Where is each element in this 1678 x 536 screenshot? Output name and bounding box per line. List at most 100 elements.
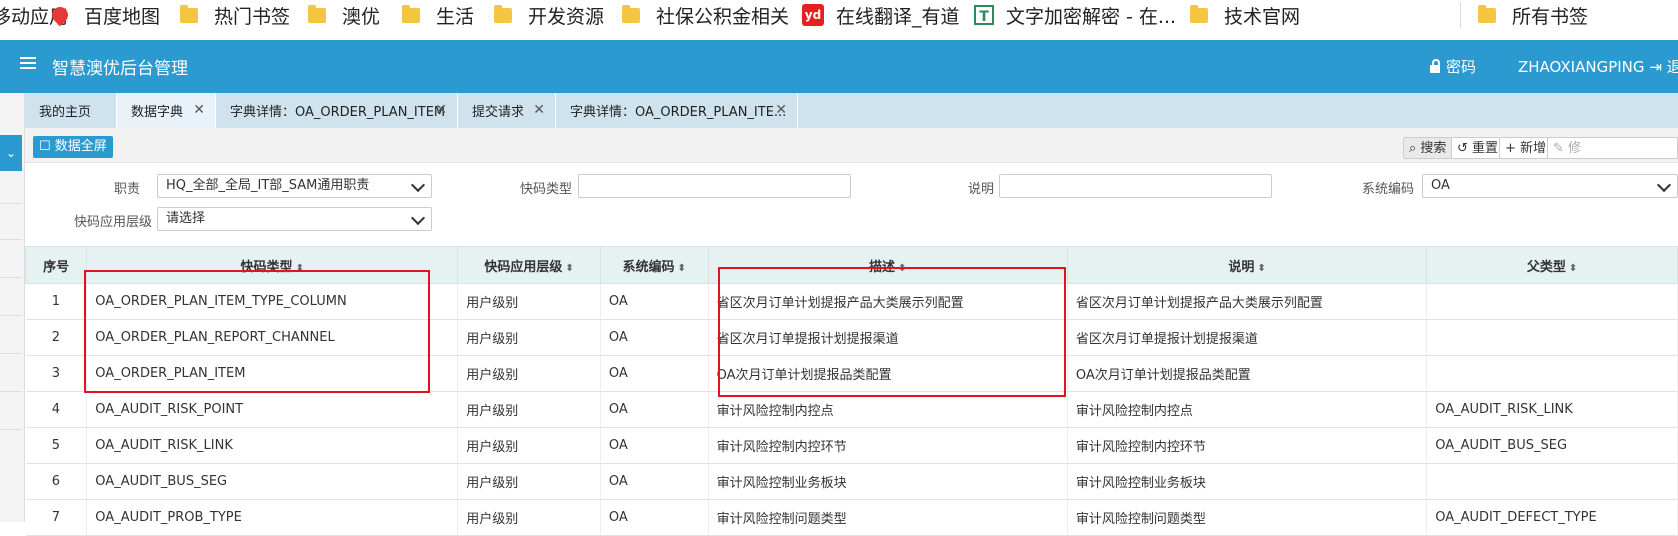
cell-note: 省区次月订单提报计划提报渠道 — [1067, 319, 1428, 356]
tab-dict-detail-2[interactable]: 字典详情：OA_ORDER_PLAN_ITE... ✕ — [556, 93, 798, 128]
plus-icon: + — [1505, 141, 1516, 156]
search-button[interactable]: ⌕ 搜索 — [1403, 137, 1453, 159]
chevron-down-icon — [1656, 177, 1672, 193]
tab-bar: 我的主页 数据字典 ✕ 字典详情：OA_ORDER_PLAN_ITEM ✕ 提交请求… — [25, 93, 1678, 128]
folder-icon — [402, 4, 420, 23]
tab-label: 数据字典 — [131, 105, 184, 120]
cell-description: 审计风险控制内控环节 — [708, 427, 1068, 464]
table-row[interactable]: 6 OA_AUDIT_BUS_SEG 用户级别 OA 审计风险控制业务板块 审计… — [25, 463, 1678, 500]
tab-label: 我的主页 — [39, 105, 92, 120]
toolbar: ☐ 数据全屏 ⌕ 搜索 ↺ 重置 + 新增 ✎ 修 — [25, 128, 1678, 163]
close-icon[interactable]: ✕ — [193, 102, 205, 118]
bookmark-folder[interactable]: 所有书签 — [1478, 0, 1588, 30]
column-header[interactable]: 说明 ⬍ — [1066, 246, 1428, 284]
user-logout[interactable]: ZHAOXIANGPING ⇥ 退 — [1518, 56, 1678, 77]
fullscreen-label: 数据全屏 — [54, 139, 107, 154]
tab-submit-request[interactable]: 提交请求 ✕ — [458, 93, 556, 128]
tab-home[interactable]: 我的主页 — [25, 93, 117, 128]
menu-toggle-icon[interactable] — [20, 57, 36, 71]
cell-level: 用户级别 — [457, 427, 601, 464]
sys-code-label: 系统编码 — [1361, 182, 1414, 197]
cell-level: 用户级别 — [457, 319, 601, 356]
folder-icon — [622, 4, 640, 23]
search-label: 搜索 — [1420, 141, 1447, 156]
tab-label: 字典详情：OA_ORDER_PLAN_ITEM — [230, 105, 446, 120]
annotation-box — [84, 270, 430, 393]
cell-parent-type — [1426, 319, 1678, 356]
logout-icon: ⇥ — [1649, 58, 1662, 76]
folder-icon — [180, 4, 198, 23]
level-select[interactable]: 请选择 — [157, 207, 432, 231]
role-select[interactable]: HQ_全部_全局_IT部_SAM通用职责 — [157, 174, 432, 198]
sort-icon[interactable]: ⬍ — [678, 263, 686, 274]
cell-code-type: OA_AUDIT_PROB_TYPE — [86, 499, 459, 536]
table-row[interactable]: 5 OA_AUDIT_RISK_LINK 用户级别 OA 审计风险控制内控环节 … — [25, 427, 1678, 464]
cell-note: 审计风险控制问题类型 — [1067, 499, 1428, 536]
bookmark-label: 生活 — [436, 5, 475, 28]
bookmark-label: 在线翻译_有道 — [836, 5, 960, 28]
cell-level: 用户级别 — [457, 463, 601, 500]
app-title: 智慧澳优后台管理 — [52, 59, 188, 79]
tab-data-dictionary[interactable]: 数据字典 ✕ — [117, 93, 216, 128]
desc-label: 说明 — [967, 182, 994, 197]
bookmark-item[interactable]: yd 在线翻译_有道 — [802, 0, 960, 30]
row-index: 6 — [25, 463, 88, 500]
cell-level: 用户级别 — [457, 355, 601, 392]
annotation-box — [718, 267, 1066, 397]
bookmark-label: 社保公积金相关 — [656, 5, 790, 28]
close-icon[interactable]: ✕ — [533, 102, 545, 118]
password-link[interactable]: 密码 — [1430, 56, 1476, 77]
sort-icon[interactable]: ⬍ — [565, 263, 573, 274]
bookmark-item[interactable]: T 文字加密解密 - 在... — [974, 0, 1176, 30]
code-type-input[interactable] — [578, 174, 851, 198]
sort-icon[interactable]: ⬍ — [1569, 263, 1577, 274]
column-header[interactable]: 父类型 ⬍ — [1426, 246, 1678, 284]
bookmark-folder[interactable]: 社保公积金相关 — [622, 0, 789, 30]
chevron-down-icon — [410, 177, 426, 193]
bookmark-label: 澳优 — [342, 5, 381, 28]
tab-dict-detail[interactable]: 字典详情：OA_ORDER_PLAN_ITEM ✕ — [216, 93, 458, 128]
pencil-icon: ✎ — [1553, 141, 1564, 156]
reset-label: 重置 — [1472, 141, 1499, 156]
reset-button[interactable]: ↺ 重置 — [1451, 137, 1505, 159]
column-header[interactable]: 快码应用层级 ⬍ — [457, 246, 601, 284]
bookmark-folder[interactable]: 生活 — [402, 0, 474, 30]
column-header[interactable]: 系统编码 ⬍ — [599, 246, 709, 284]
bookmark-label: 热门书签 — [214, 5, 291, 28]
sys-code-select[interactable]: OA — [1422, 174, 1678, 198]
username: ZHAOXIANGPING — [1518, 58, 1645, 76]
close-icon[interactable]: ✕ — [435, 102, 447, 118]
bookmark-folder[interactable]: 澳优 — [308, 0, 380, 30]
add-label: 新增 — [1520, 141, 1547, 156]
folder-icon — [308, 4, 326, 23]
edit-button[interactable]: ✎ 修 — [1547, 137, 1678, 159]
cell-code-type: OA_AUDIT_RISK_LINK — [86, 427, 459, 464]
fullscreen-button[interactable]: ☐ 数据全屏 — [33, 136, 113, 158]
folder-icon — [1478, 4, 1496, 23]
cell-sys-code: OA — [600, 319, 709, 356]
cell-code-type: OA_AUDIT_RISK_POINT — [86, 391, 459, 428]
cell-note: 省区次月订单计划提报产品大类展示列配置 — [1067, 283, 1428, 320]
bookmark-item[interactable]: 百度地图 — [48, 0, 160, 30]
cell-level: 用户级别 — [457, 391, 601, 428]
tab-label: 字典详情：OA_ORDER_PLAN_ITE... — [570, 105, 787, 120]
cell-sys-code: OA — [600, 391, 709, 428]
add-button[interactable]: + 新增 — [1499, 137, 1553, 159]
desc-input[interactable] — [999, 174, 1272, 198]
sort-icon[interactable]: ⬍ — [1257, 263, 1265, 274]
cell-note: 审计风险控制内控点 — [1067, 391, 1428, 428]
bookmark-label: 技术官网 — [1224, 5, 1301, 28]
edit-label: 修 — [1568, 141, 1582, 156]
bookmark-label: 文字加密解密 - 在... — [1006, 5, 1177, 28]
bookmark-folder[interactable]: 开发资源 — [494, 0, 604, 30]
cell-level: 用户级别 — [457, 283, 601, 320]
tab-label: 提交请求 — [472, 105, 525, 120]
table-row[interactable]: 7 OA_AUDIT_PROB_TYPE 用户级别 OA 审计风险控制问题类型 … — [25, 499, 1678, 536]
bookmark-folder[interactable]: 热门书签 — [180, 0, 290, 30]
bookmark-folder[interactable]: 技术官网 — [1190, 0, 1300, 30]
lock-icon — [1430, 58, 1440, 73]
row-index: 4 — [25, 391, 88, 428]
cell-note: 审计风险控制内控环节 — [1067, 427, 1428, 464]
chevron-down-icon[interactable]: ⌄ — [0, 135, 22, 171]
close-icon[interactable]: ✕ — [775, 102, 787, 118]
